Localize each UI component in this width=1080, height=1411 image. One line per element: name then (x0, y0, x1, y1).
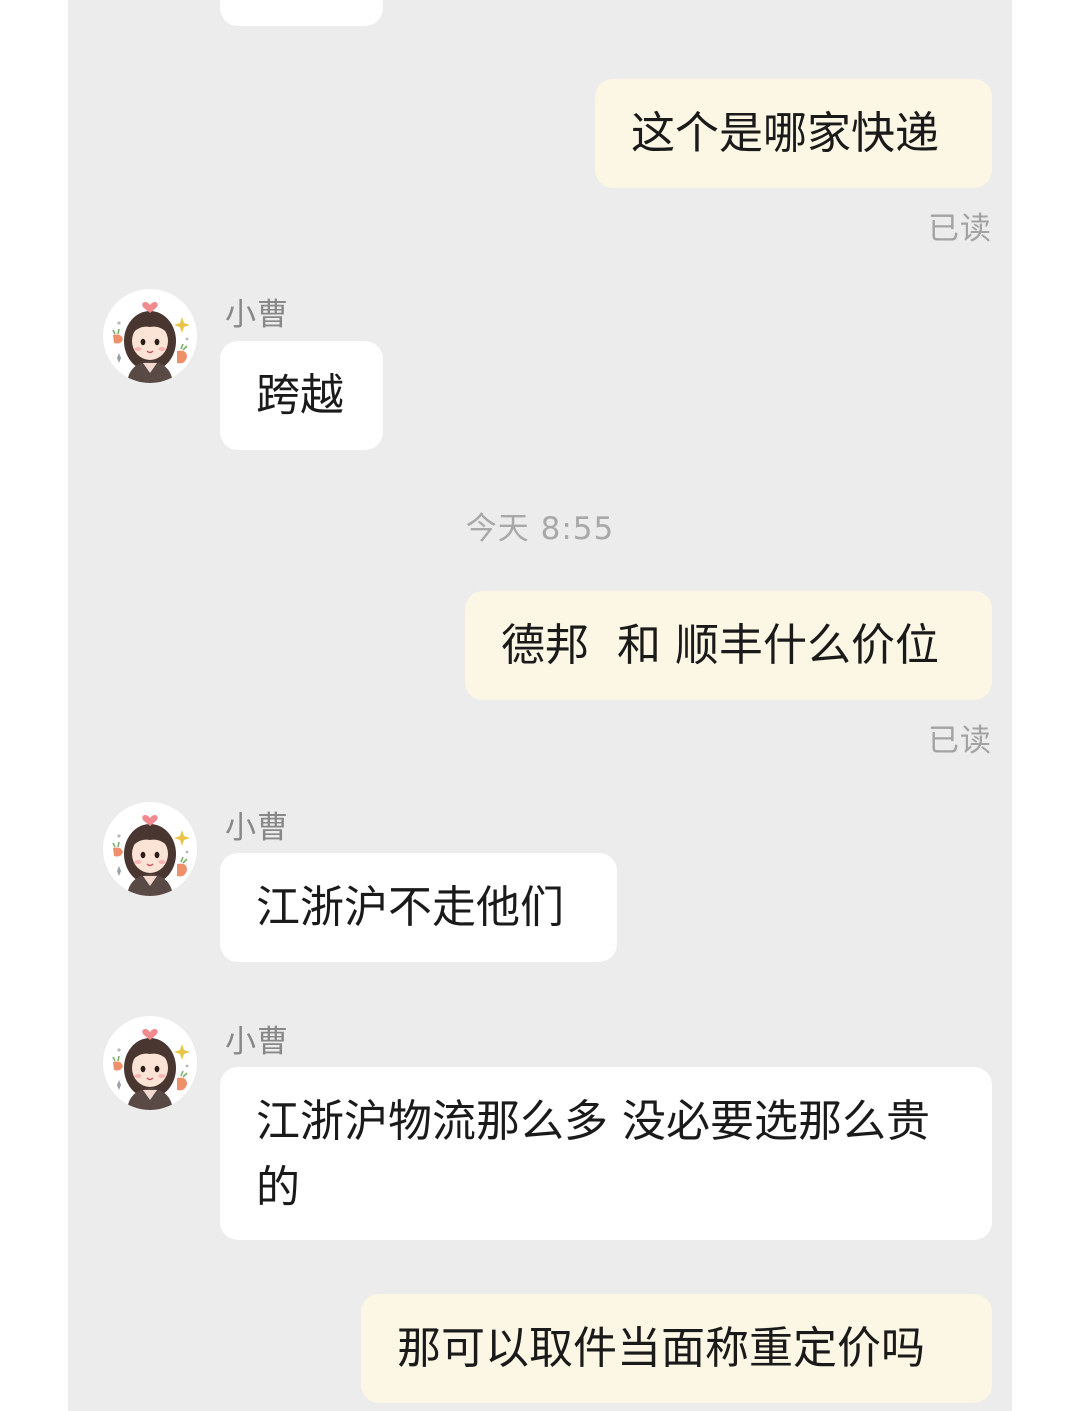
sender-name: 小曹 (225, 810, 289, 846)
read-receipt: 已读 (928, 723, 992, 759)
sender-name: 小曹 (225, 297, 289, 333)
message-bubble-outgoing[interactable]: 德邦 和 顺丰什么价位 (465, 591, 992, 700)
message-bubble-incoming[interactable]: 跨越 (220, 341, 383, 450)
contact-avatar-icon[interactable] (103, 1016, 197, 1110)
message-bubble-incoming[interactable]: 江浙沪不走他们 (220, 853, 617, 962)
timestamp-divider: 今天 8:55 (465, 511, 615, 547)
message-bubble-outgoing[interactable]: 这个是哪家快递 (595, 79, 992, 188)
contact-avatar-icon[interactable] (103, 802, 197, 896)
chat-area[interactable]: 这个是哪家快递 已读 小曹 跨越 今天 8:55 德邦 和 顺丰什么价位 已读 … (68, 0, 1012, 1411)
message-bubble-incoming[interactable]: 江浙沪物流那么多 没必要选那么贵的 (220, 1067, 992, 1240)
read-receipt: 已读 (928, 211, 992, 247)
contact-avatar-icon[interactable] (103, 289, 197, 383)
message-bubble-outgoing[interactable]: 那可以取件当面称重定价吗 (361, 1294, 992, 1403)
sender-name: 小曹 (225, 1024, 289, 1060)
message-bubble-incoming[interactable] (220, 0, 383, 26)
